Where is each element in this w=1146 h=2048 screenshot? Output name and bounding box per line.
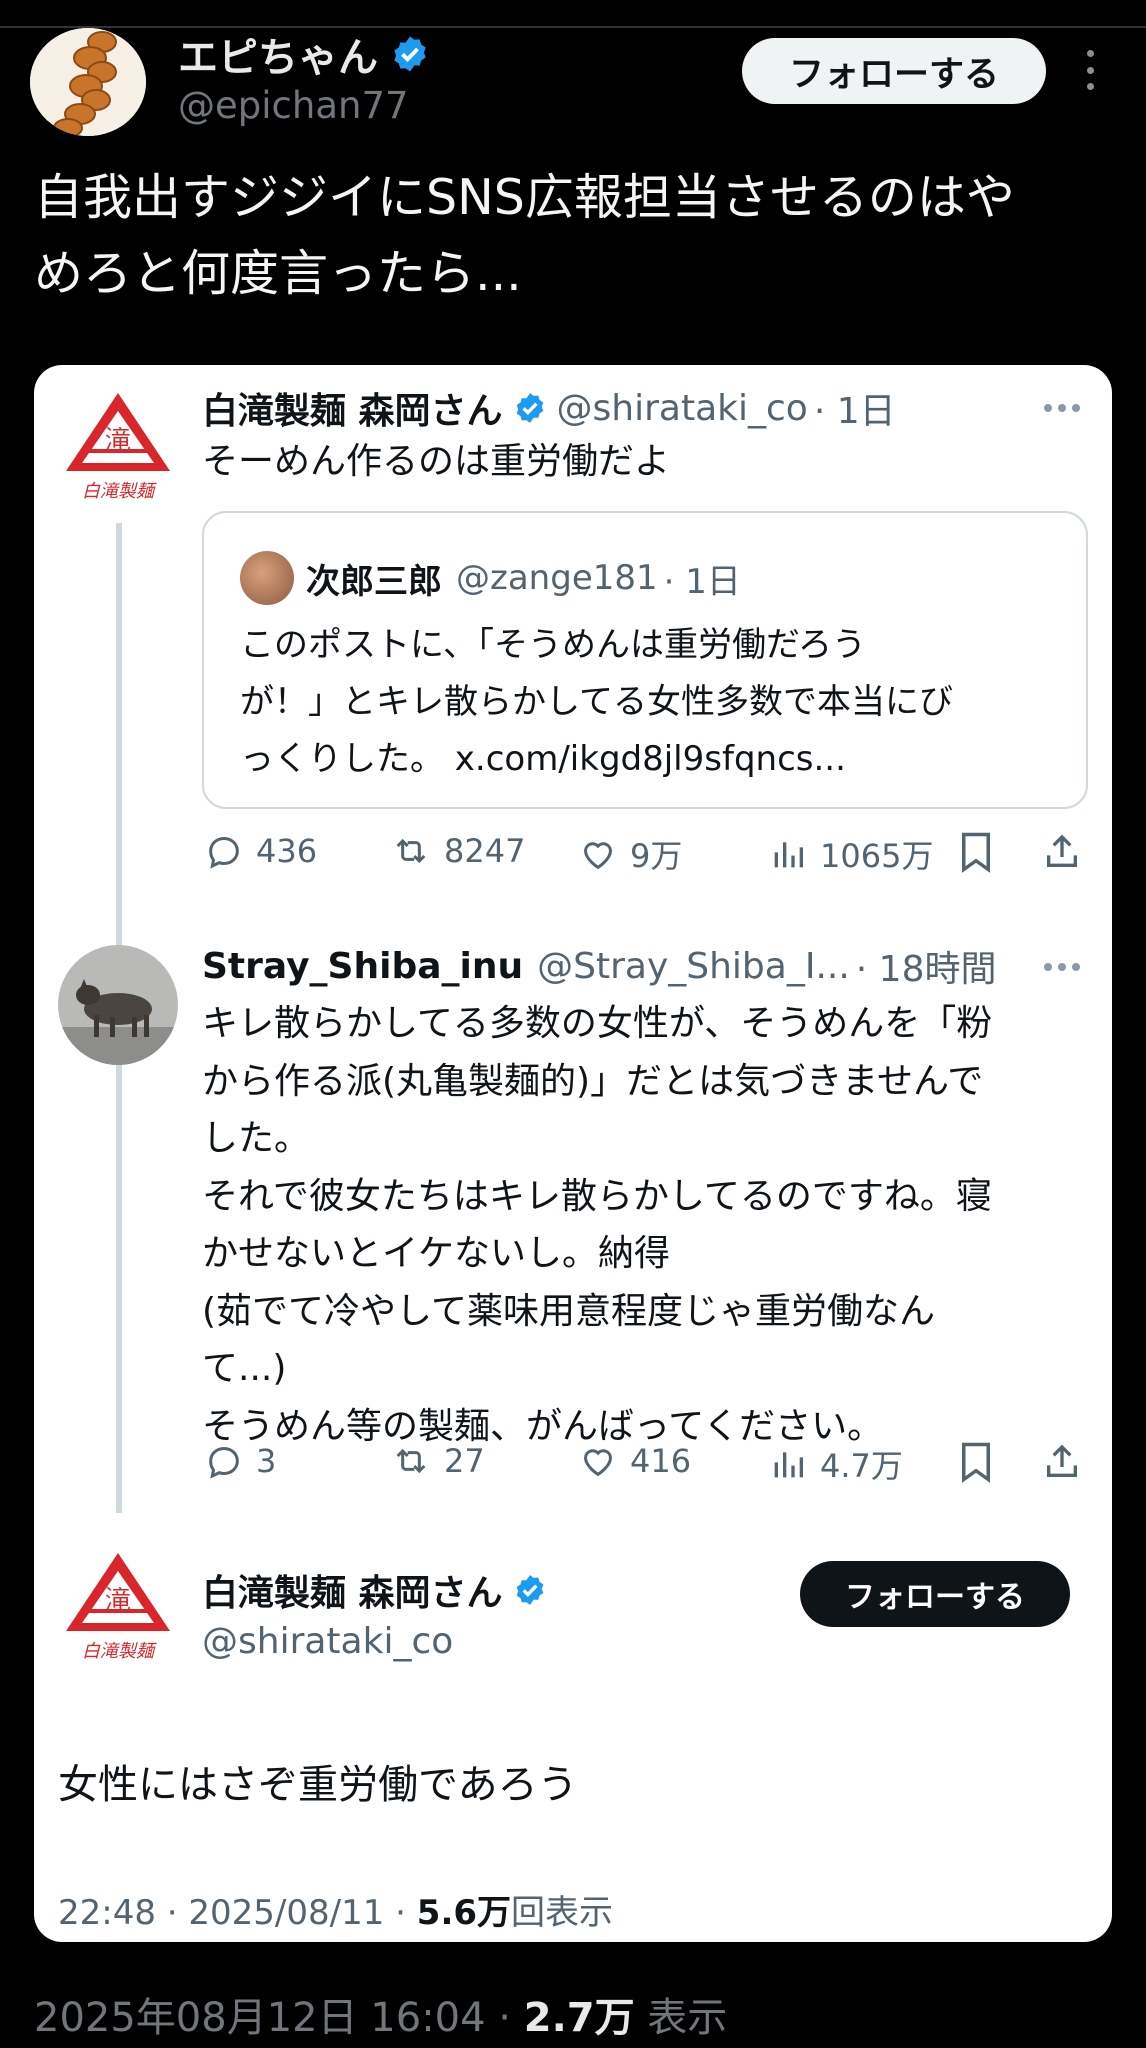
like-action: 9万	[578, 831, 682, 877]
post-view-count: 2.7万	[523, 1995, 635, 2041]
tweet3-text: 女性にはさぞ重労働であろう	[58, 1762, 578, 1808]
tweet1-name: 白滝製麺 森岡さん	[202, 391, 503, 432]
author-avatar[interactable]	[30, 28, 146, 136]
repost-icon	[396, 1448, 426, 1474]
shirataki-logo[interactable]: 滝 白滝製麺	[58, 385, 178, 505]
stray-shiba-avatar[interactable]	[58, 945, 178, 1065]
tweet2-text-line: かせないとイケないし。納得	[202, 1233, 671, 1274]
verified-badge-icon	[516, 393, 543, 423]
quoted-tweet: 次郎三郎 @zange181 · 1日 このポストに、「そうめんは重労働だろう …	[202, 511, 1088, 809]
reply-action: 436	[204, 831, 317, 871]
tweet3-view-count: 5.6万	[416, 1893, 512, 1933]
like-icon	[583, 842, 613, 870]
svg-text:白滝製麺: 白滝製麺	[82, 481, 157, 502]
tweet2-text-line: から作る派(丸亀製麺的)」だとは気づきませんで	[202, 1060, 984, 1102]
like-count: 9万	[630, 837, 683, 875]
author-name-row: エピちゃん	[178, 30, 430, 81]
repost-count: 8247	[444, 832, 526, 870]
verified-badge-icon	[516, 1575, 543, 1605]
tweet1-time: · 1日	[813, 391, 896, 432]
tweet1-header: 白滝製麺 森岡さん @shirataki_co · 1日	[202, 383, 896, 433]
tweet1-handle: @shirataki_co	[556, 387, 808, 429]
quote-text-line: っくりした。 x.com/ikgd8jl9sfqncs...	[240, 739, 846, 779]
tweet2-text-line: した。	[202, 1118, 311, 1159]
reply-count: 436	[256, 832, 318, 870]
like-count: 416	[630, 1442, 692, 1480]
reply-icon	[209, 836, 239, 869]
tweet2-text-line: それで彼女たちはキレ散らかしてるのですね。寝	[202, 1175, 992, 1217]
tweet3-name: 白滝製麺 森岡さん	[202, 1573, 503, 1614]
bookmark-icon	[962, 832, 990, 873]
quote-text-line: このポストに、「そうめんは重労働だろう	[240, 625, 866, 665]
quote-text-line: が！」とキレ散らかしてる女性多数で本当にび	[240, 682, 953, 722]
views-icon	[774, 842, 803, 868]
tweet2-text-line: (茹でて冷やして薬味用意程度じゃ重労働なん	[202, 1290, 935, 1332]
views-icon	[774, 1452, 803, 1478]
repost-icon	[396, 838, 426, 864]
embedded-screenshot[interactable]: 滝 白滝製麺 白滝製麺 森岡さん @shirataki_co · 1日 そーめん…	[34, 365, 1112, 1942]
repost-action: 8247	[390, 831, 525, 871]
bookmark-icon	[962, 1442, 990, 1483]
follow-button-inner: フォローする	[800, 1561, 1070, 1627]
post-text-line: めろと何度言ったら...	[34, 245, 522, 302]
svg-text:滝: 滝	[105, 426, 131, 456]
views-action: 4.7万	[768, 1441, 903, 1487]
reply-action: 3	[204, 1441, 276, 1481]
like-action: 416	[578, 1441, 691, 1481]
post-text-line: 自我出すジジイにSNS広報担当させるのはや	[34, 169, 1015, 226]
repost-count: 27	[444, 1442, 485, 1480]
tweet3-handle: @shirataki_co	[202, 1621, 454, 1662]
share-icon	[1047, 834, 1077, 867]
repost-action: 27	[390, 1441, 485, 1481]
post-datetime: 2025年08月12日 16:04 ·	[34, 1995, 524, 2041]
tweet2-text-line: キレ散らかしてる多数の女性が、そうめんを「粉	[202, 1003, 993, 1044]
tweet2-handle: @Stray_Shiba_I...	[537, 945, 850, 987]
tweet2-time: · 18時間	[855, 949, 997, 990]
quote-header: 次郎三郎 @zange181 · 1日	[306, 551, 741, 605]
quote-time: · 1日	[663, 561, 741, 602]
tweet3-view-suffix: 回表示	[511, 1893, 614, 1933]
tweet2-text: キレ散らかしてる多数の女性が、そうめんを「粉 から作る派(丸亀製麺的)」だとは気…	[202, 995, 992, 1455]
more-icon	[1044, 404, 1080, 412]
svg-text:白滝製麺: 白滝製麺	[82, 1641, 157, 1662]
quote-avatar	[240, 551, 294, 605]
shirataki-logo[interactable]: 滝 白滝製麺	[58, 1545, 178, 1665]
reply-icon	[209, 1446, 239, 1479]
post-meta: 2025年08月12日 16:04 · 2.7万 表示	[34, 1985, 727, 2043]
share-icon	[1047, 1444, 1077, 1477]
quote-name: 次郎三郎	[306, 561, 442, 602]
tweet1-text: そーめん作るのは重労働だよ	[202, 441, 671, 482]
tweet2-name: Stray_Shiba_inu	[202, 945, 524, 987]
tweet3-meta: 22:48 · 2025/08/11 · 5.6万回表示	[58, 1885, 613, 1934]
more-icon	[1044, 963, 1080, 971]
view-count: 4.7万	[820, 1447, 903, 1485]
reply-count: 3	[256, 1442, 277, 1480]
post-text: 自我出すジジイにSNS広報担当させるのはや めろと何度言ったら...	[34, 160, 1124, 312]
verified-badge-icon	[394, 36, 426, 72]
tweet3-datetime: 22:48 · 2025/08/11 ·	[58, 1893, 417, 1933]
like-icon	[583, 1449, 613, 1477]
author-handle[interactable]: @epichan77	[178, 84, 409, 127]
follow-button[interactable]: フォローする	[742, 38, 1046, 104]
tweet2-header: Stray_Shiba_inu @Stray_Shiba_I... · 18時間	[202, 939, 996, 993]
view-count: 1065万	[820, 837, 934, 875]
author-name[interactable]: エピちゃん	[178, 25, 378, 83]
post-view-suffix: 表示	[634, 1995, 728, 2041]
quote-text: このポストに、「そうめんは重労働だろう が！」とキレ散らかしてる女性多数で本当に…	[240, 617, 953, 788]
quote-handle: @zange181	[456, 558, 658, 598]
top-divider	[0, 26, 1146, 28]
tweet3-header: 白滝製麺 森岡さん	[202, 1565, 557, 1615]
thread-line	[116, 1083, 122, 1513]
kebab-menu-icon[interactable]	[1080, 50, 1100, 90]
svg-text:滝: 滝	[105, 1586, 131, 1616]
views-action: 1065万	[768, 831, 933, 877]
tweet2-text-line: て...)	[202, 1348, 287, 1389]
